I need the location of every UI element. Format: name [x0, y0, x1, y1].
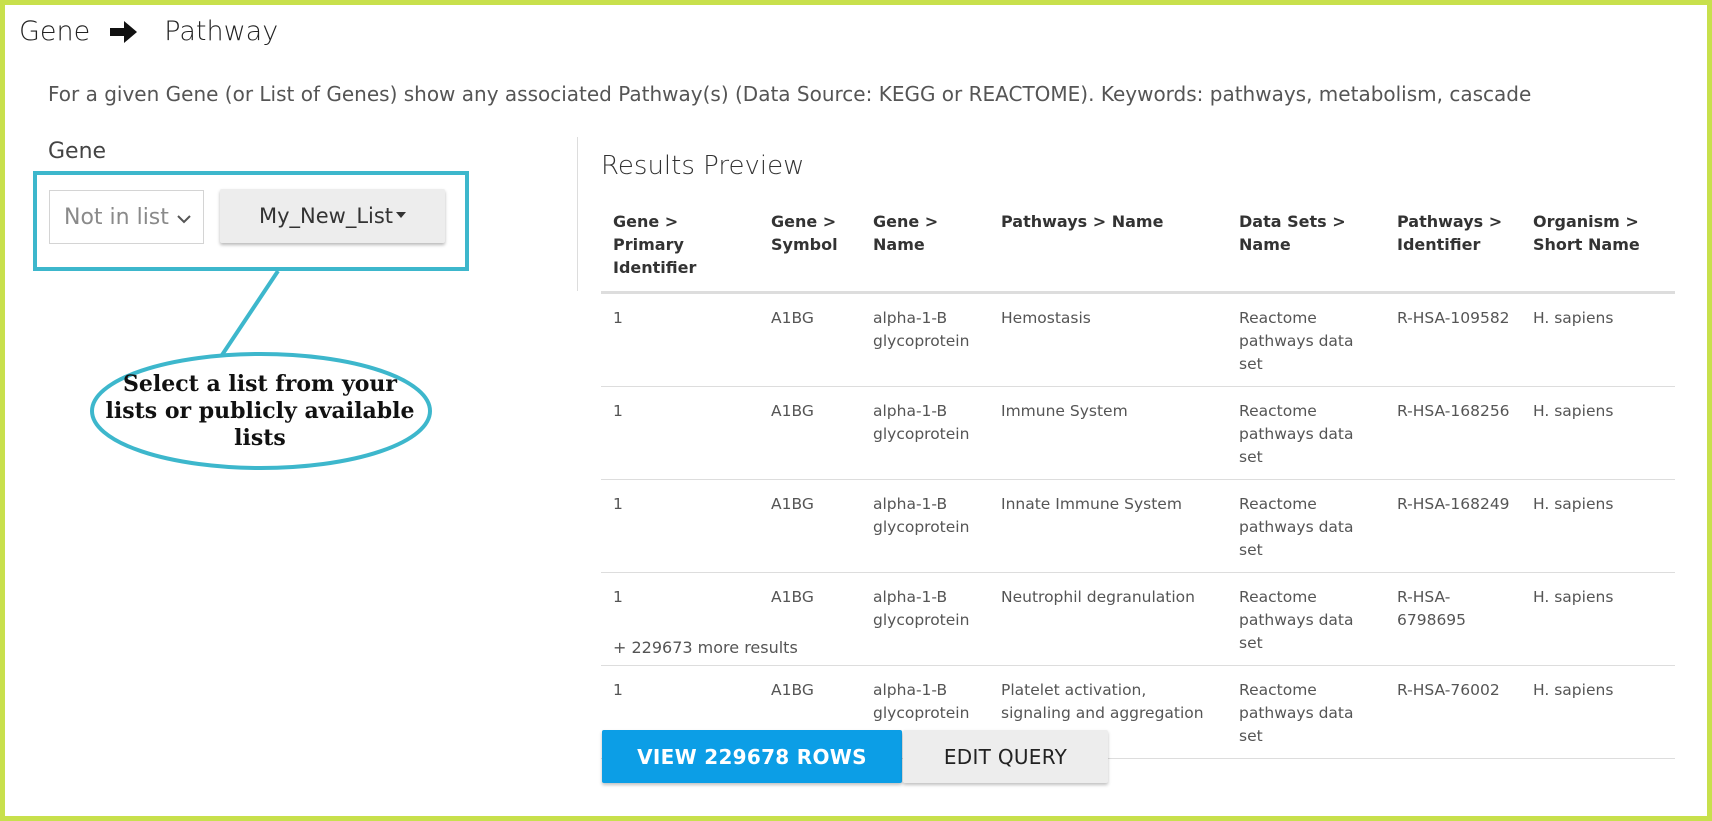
column-header-pathway-name[interactable]: Pathways > Name: [989, 203, 1227, 294]
results-header-row: Gene > Primary Identifier Gene > Symbol …: [601, 203, 1675, 294]
table-cell: Neutrophil degranulation: [989, 572, 1227, 666]
column-header-dataset-name[interactable]: Data Sets > Name: [1227, 203, 1385, 294]
table-cell: H. sapiens: [1521, 292, 1675, 387]
table-cell: Reactome pathways data set: [1227, 572, 1385, 666]
table-cell: R-HSA-168249: [1385, 479, 1521, 573]
table-cell: A1BG: [759, 292, 861, 387]
table-row: 1 A1BG alpha-1-B glycoprotein Hemostasis…: [601, 292, 1675, 387]
column-header-pathway-identifier[interactable]: Pathways > Identifier: [1385, 203, 1521, 294]
table-row: 1 A1BG alpha-1-B glycoprotein Innate Imm…: [601, 479, 1675, 573]
table-cell: Reactome pathways data set: [1227, 386, 1385, 480]
column-header-organism[interactable]: Organism > Short Name: [1521, 203, 1675, 294]
column-header-gene-symbol[interactable]: Gene > Symbol: [759, 203, 861, 294]
table-cell: H. sapiens: [1521, 665, 1675, 759]
table-cell: R-HSA-6798695: [1385, 572, 1521, 666]
table-cell: alpha-1-B glycoprotein: [861, 292, 989, 387]
table-cell: R-HSA-109582: [1385, 292, 1521, 387]
column-header-gene-name[interactable]: Gene > Name: [861, 203, 989, 294]
table-cell: H. sapiens: [1521, 386, 1675, 480]
table-cell: 1: [601, 386, 759, 480]
table-cell: alpha-1-B glycoprotein: [861, 386, 989, 480]
column-header-primary-identifier[interactable]: Gene > Primary Identifier: [601, 203, 759, 294]
table-cell: A1BG: [759, 386, 861, 480]
table-cell: R-HSA-168256: [1385, 386, 1521, 480]
more-results-text: + 229673 more results: [613, 638, 798, 657]
edit-query-button[interactable]: EDIT QUERY: [903, 730, 1108, 783]
table-cell: Hemostasis: [989, 292, 1227, 387]
table-cell: alpha-1-B glycoprotein: [861, 572, 989, 666]
table-cell: 1: [601, 479, 759, 573]
table-cell: Immune System: [989, 386, 1227, 480]
results-table: Gene > Primary Identifier Gene > Symbol …: [601, 203, 1675, 759]
table-cell: Reactome pathways data set: [1227, 292, 1385, 387]
table-cell: H. sapiens: [1521, 572, 1675, 666]
table-cell: 1: [601, 292, 759, 387]
table-cell: R-HSA-76002: [1385, 665, 1521, 759]
table-cell: A1BG: [759, 479, 861, 573]
view-rows-button[interactable]: VIEW 229678 ROWS: [602, 730, 902, 783]
panel-divider: [577, 137, 578, 291]
table-cell: Innate Immune System: [989, 479, 1227, 573]
results-preview-title: Results Preview: [601, 151, 805, 181]
table-cell: Reactome pathways data set: [1227, 665, 1385, 759]
table-cell: H. sapiens: [1521, 479, 1675, 573]
table-row: 1 A1BG alpha-1-B glycoprotein Immune Sys…: [601, 386, 1675, 480]
table-cell: Reactome pathways data set: [1227, 479, 1385, 573]
callout-text: Select a list from your lists or publicl…: [105, 371, 415, 451]
table-cell: alpha-1-B glycoprotein: [861, 479, 989, 573]
